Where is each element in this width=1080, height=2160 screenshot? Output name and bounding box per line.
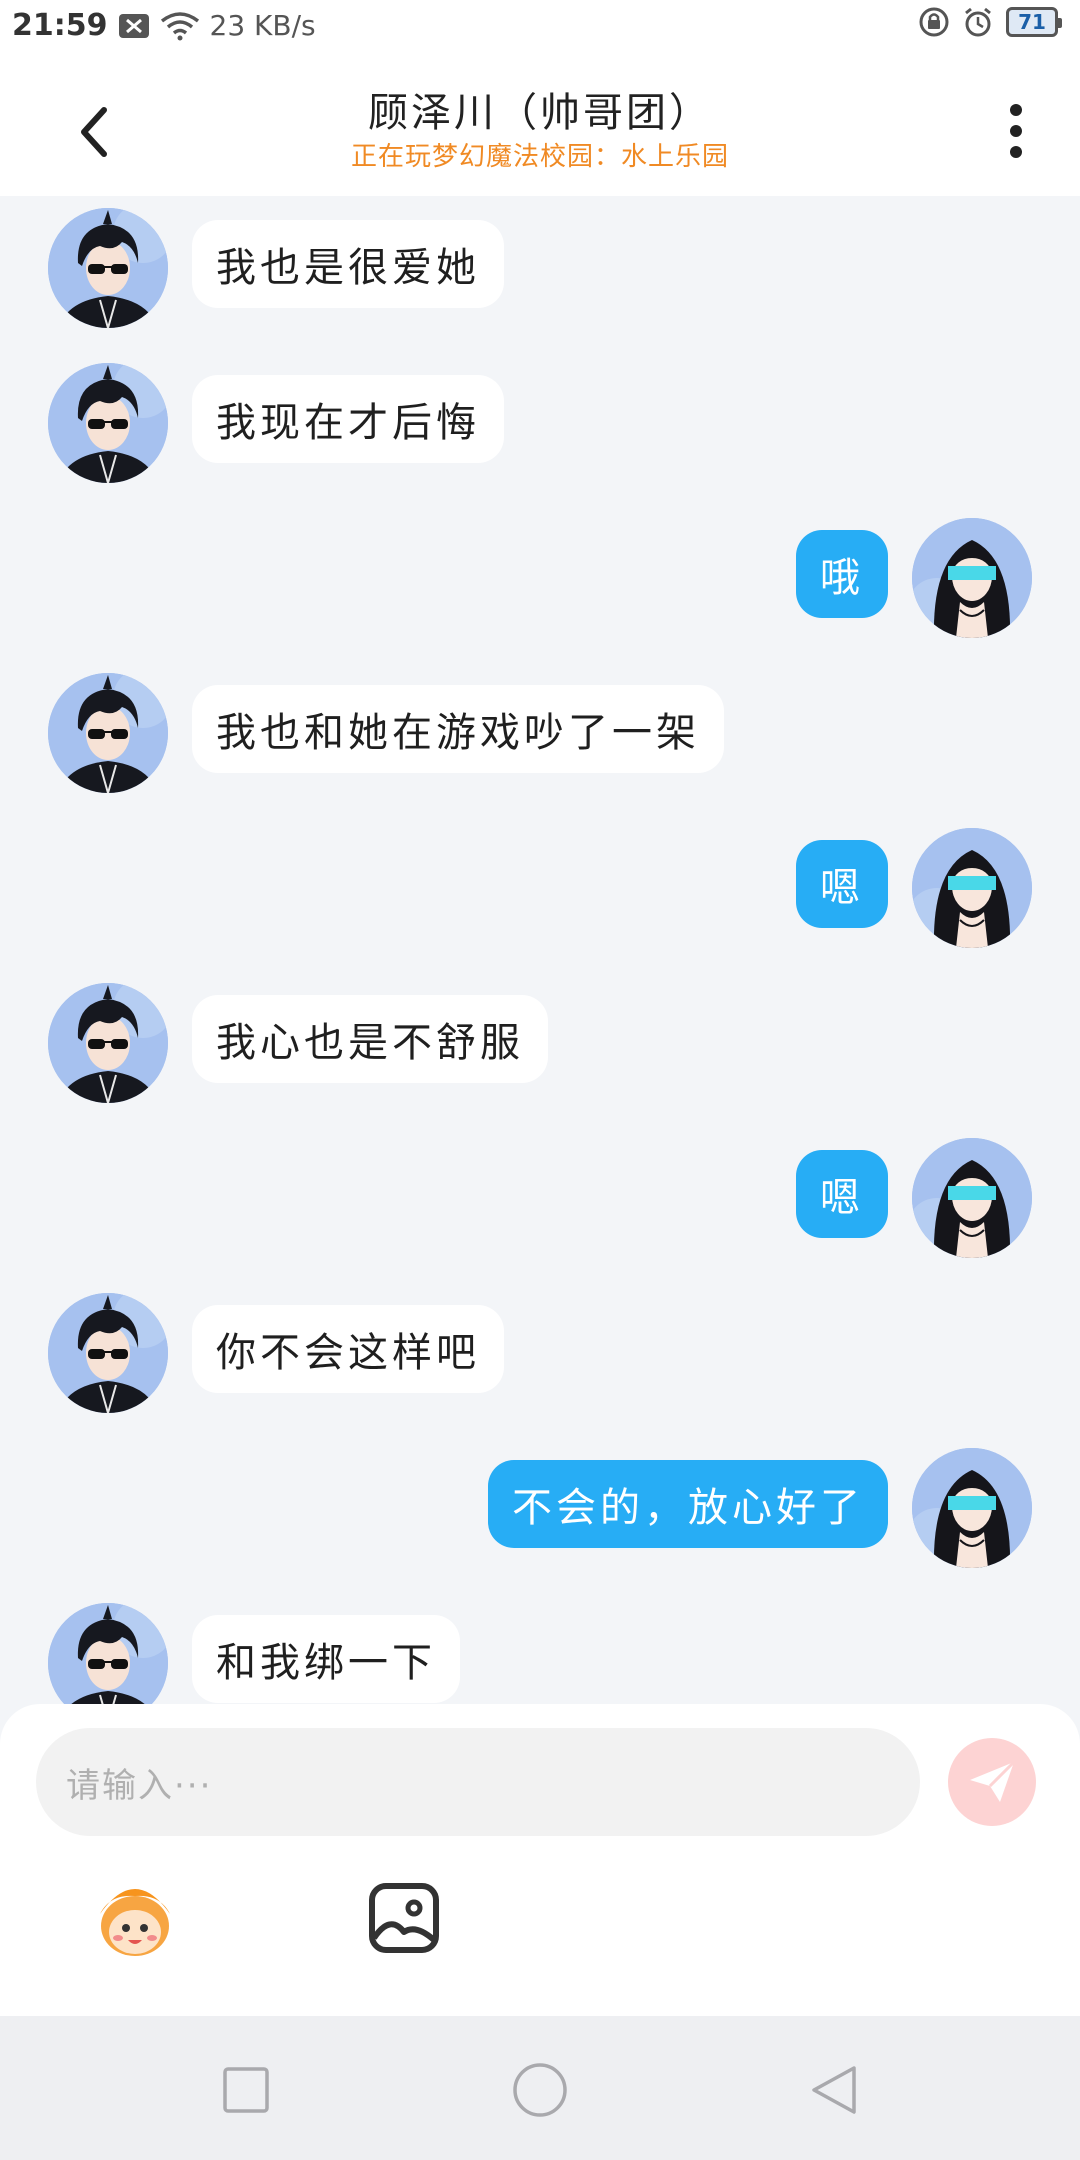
user-avatar[interactable] <box>912 518 1032 638</box>
image-icon[interactable] <box>360 1874 450 1964</box>
message-row: 我心也是不舒服 <box>0 983 1080 1107</box>
nav-recents-icon[interactable] <box>216 2060 276 2120</box>
message-bubble-incoming[interactable]: 我现在才后悔 <box>192 375 504 463</box>
chat-header: 顾泽川（帅哥团） 正在玩梦幻魔法校园：水上乐园 <box>0 56 1080 196</box>
message-bubble-outgoing[interactable]: 嗯 <box>796 1150 888 1238</box>
chat-subtitle: 正在玩梦幻魔法校园：水上乐园 <box>350 142 729 172</box>
chat-message-list[interactable]: 我也是很爱她 我现在才后悔 哦 我也和她在游戏吵了一架 嗯 我心也是不舒服 嗯 … <box>0 196 1080 1704</box>
rotation-lock-icon <box>919 7 949 37</box>
user-avatar[interactable] <box>912 1448 1032 1568</box>
contact-avatar[interactable] <box>48 1603 168 1704</box>
message-row: 嗯 <box>0 1138 1080 1262</box>
user-avatar[interactable] <box>912 828 1032 948</box>
nav-back-icon[interactable] <box>804 2060 864 2120</box>
user-avatar[interactable] <box>912 1138 1032 1258</box>
emoji-mascot-icon[interactable] <box>90 1874 180 1964</box>
system-navigation-bar <box>0 2016 1080 2160</box>
send-button[interactable] <box>948 1738 1036 1826</box>
network-speed: 23 KB/s <box>209 9 316 42</box>
status-time: 21:59 <box>12 8 108 43</box>
message-bubble-outgoing[interactable]: 不会的，放心好了 <box>488 1460 888 1548</box>
message-input[interactable]: 请输入··· <box>36 1728 920 1836</box>
message-row: 我现在才后悔 <box>0 363 1080 487</box>
message-bubble-incoming[interactable]: 我也和她在游戏吵了一架 <box>192 685 724 773</box>
message-bubble-incoming[interactable]: 我也是很爱她 <box>192 220 504 308</box>
message-row: 我也和她在游戏吵了一架 <box>0 673 1080 797</box>
message-row: 我也是很爱她 <box>0 208 1080 332</box>
contact-avatar[interactable] <box>48 983 168 1103</box>
message-bubble-incoming[interactable]: 我心也是不舒服 <box>192 995 548 1083</box>
message-bubble-outgoing[interactable]: 哦 <box>796 530 888 618</box>
message-bubble-incoming[interactable]: 和我绑一下 <box>192 1615 460 1703</box>
message-row: 和我绑一下 <box>0 1603 1080 1704</box>
alarm-icon <box>965 7 991 37</box>
message-row: 嗯 <box>0 828 1080 952</box>
message-row: 不会的，放心好了 <box>0 1448 1080 1572</box>
contact-avatar[interactable] <box>48 208 168 328</box>
send-icon <box>970 1760 1016 1802</box>
message-composer: 请输入··· <box>0 1704 1080 2016</box>
contact-avatar[interactable] <box>48 673 168 793</box>
chat-title: 顾泽川（帅哥团） <box>368 90 712 136</box>
battery-indicator: 71 <box>1006 7 1062 37</box>
contact-avatar[interactable] <box>48 363 168 483</box>
wifi-icon <box>160 11 199 40</box>
nav-home-icon[interactable] <box>510 2060 570 2120</box>
more-vertical-icon[interactable] <box>996 98 1036 168</box>
status-bar: 21:59 23 KB/s 71 <box>0 0 1080 56</box>
message-bubble-outgoing[interactable]: 嗯 <box>796 840 888 928</box>
message-row: 你不会这样吧 <box>0 1293 1080 1417</box>
contact-avatar[interactable] <box>48 1293 168 1413</box>
notification-icon <box>118 13 149 38</box>
message-row: 哦 <box>0 518 1080 642</box>
message-bubble-incoming[interactable]: 你不会这样吧 <box>192 1305 504 1393</box>
